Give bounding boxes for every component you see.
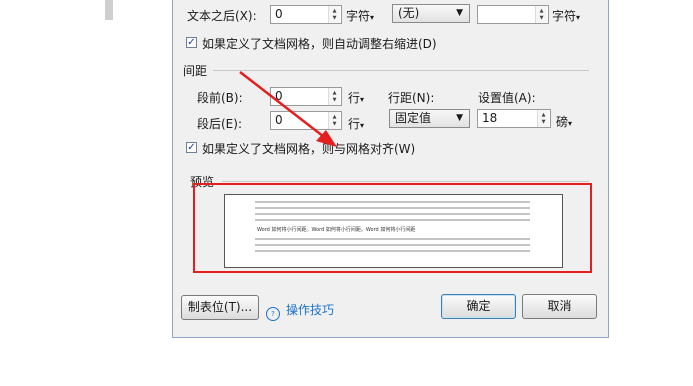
- operation-tips-link[interactable]: ? 操作技巧: [266, 301, 334, 321]
- annotation-arrow-icon: [239, 71, 337, 147]
- cancel-button[interactable]: 取消: [522, 294, 597, 319]
- help-circle-icon: ?: [266, 307, 280, 321]
- ok-button[interactable]: 确定: [441, 294, 516, 319]
- tab-stops-button[interactable]: 制表位(T)...: [181, 295, 259, 320]
